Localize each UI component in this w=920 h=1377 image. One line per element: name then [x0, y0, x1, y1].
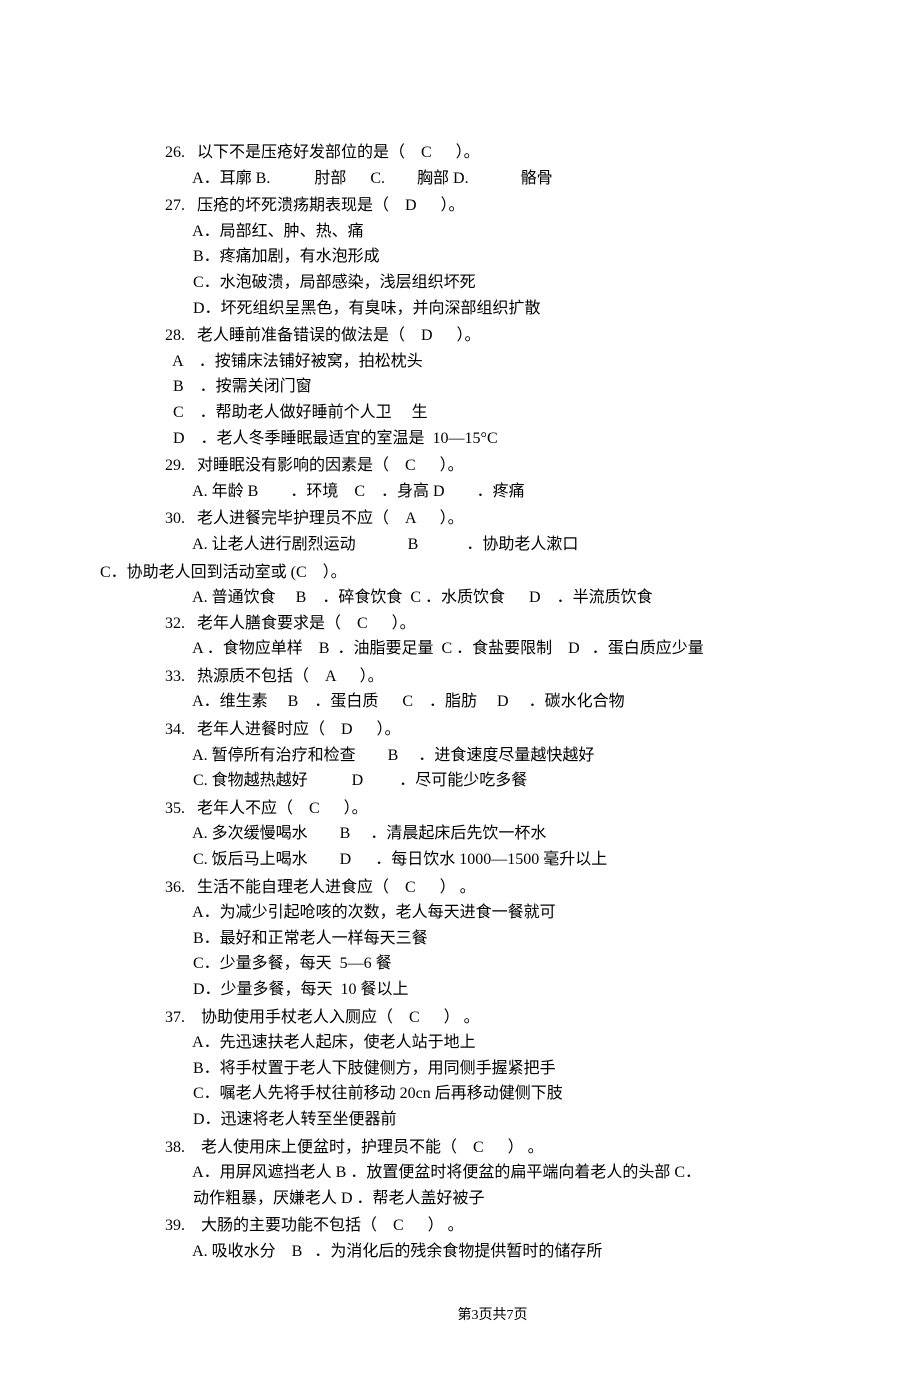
question-stem: 39. 大肠的主要功能不包括（ C ） 。: [165, 1213, 820, 1239]
option-line: A. 让老人进行剧烈运动 B ．协助老人漱口: [165, 532, 820, 558]
option-line: A. 吸收水分 B ．为消化后的残余食物提供暂时的储存所: [165, 1239, 820, 1265]
question-35: 35. 老年人不应（ C ）。 A. 多次缓慢喝水 B ．清晨起床后先饮一杯水 …: [165, 796, 820, 873]
option-line: A ．按铺床法铺好被窝，拍松枕头: [165, 349, 820, 375]
question-36: 36. 生活不能自理老人进食应（ C ） 。 A．为减少引起呛咳的次数，老人每天…: [165, 875, 820, 1003]
option-line: C．少量多餐，每天 5—6 餐: [165, 951, 820, 977]
question-33: 33. 热源质不包括（ A ）。 A．维生素 B ．蛋白质 C ．脂肪 D ．碳…: [165, 664, 820, 715]
option-line: B．最好和正常老人一样每天三餐: [165, 926, 820, 952]
footer-post: 页: [514, 1308, 528, 1323]
question-stem: 38. 老人使用床上便盆时，护理员不能（ C ） 。: [165, 1135, 820, 1161]
option-line: A．用屏风遮挡老人 B ．放置便盆时将便盆的扁平端向着老人的头部 C．: [165, 1160, 820, 1186]
question-stem: 37. 协助使用手杖老人入厕应（ C ） 。: [165, 1005, 820, 1031]
option-line: C．嘱老人先将手杖往前移动 20cn 后再移动健侧下肢: [165, 1081, 820, 1107]
option-line: B ．按需关闭门窗: [165, 374, 820, 400]
question-26: 26. 以下不是压疮好发部位的是（ C ）。 A．耳廓 B. 肘部 C. 胸部 …: [165, 140, 820, 191]
option-line: A．维生素 B ．蛋白质 C ．脂肪 D ．碳水化合物: [165, 689, 820, 715]
option-line: D．坏死组织呈黑色，有臭味，并向深部组织扩散: [165, 296, 820, 322]
option-line: A．为减少引起呛咳的次数，老人每天进食一餐就可: [165, 900, 820, 926]
question-39: 39. 大肠的主要功能不包括（ C ） 。 A. 吸收水分 B ．为消化后的残余…: [165, 1213, 820, 1264]
question-stem: 28. 老人睡前准备错误的做法是（ D ）。: [165, 323, 820, 349]
question-30: 30. 老人进餐完毕护理员不应（ A ）。 A. 让老人进行剧烈运动 B ．协助…: [165, 506, 820, 557]
merged-question-line: C．协助老人回到活动室或 (C ）。: [100, 560, 820, 586]
question-29: 29. 对睡眠没有影响的因素是（ C ）。 A. 年龄 B ．环境 C ．身高 …: [165, 453, 820, 504]
option-line: B．将手杖置于老人下肢健侧方，用同侧手握紧把手: [165, 1056, 820, 1082]
document-body: 26. 以下不是压疮好发部位的是（ C ）。 A．耳廓 B. 肘部 C. 胸部 …: [165, 140, 820, 1265]
question-38: 38. 老人使用床上便盆时，护理员不能（ C ） 。 A．用屏风遮挡老人 B ．…: [165, 1135, 820, 1212]
option-line: C. 饭后马上喝水 D ．每日饮水 1000—1500 毫升以上: [165, 847, 820, 873]
question-34: 34. 老年人进餐时应（ D ）。 A. 暂停所有治疗和检查 B ．进食速度尽量…: [165, 717, 820, 794]
footer-mid: 页共: [479, 1308, 507, 1323]
option-line: C．水泡破溃，局部感染，浅层组织坏死: [165, 270, 820, 296]
question-stem: 29. 对睡眠没有影响的因素是（ C ）。: [165, 453, 820, 479]
question-stem: 26. 以下不是压疮好发部位的是（ C ）。: [165, 140, 820, 166]
question-stem: 36. 生活不能自理老人进食应（ C ） 。: [165, 875, 820, 901]
option-line: B．疼痛加剧，有水泡形成: [165, 244, 820, 270]
option-line: A. 多次缓慢喝水 B ．清晨起床后先饮一杯水: [165, 821, 820, 847]
option-line: A. 年龄 B ．环境 C ．身高 D ．疼痛: [165, 479, 820, 505]
question-stem: 33. 热源质不包括（ A ）。: [165, 664, 820, 690]
option-line: A．局部红、肿、热、痛: [165, 219, 820, 245]
question-stem: 35. 老年人不应（ C ）。: [165, 796, 820, 822]
option-line: D．少量多餐，每天 10 餐以上: [165, 977, 820, 1003]
option-line: A．耳廓 B. 肘部 C. 胸部 D. 骼骨: [165, 166, 820, 192]
question-stem: 30. 老人进餐完毕护理员不应（ A ）。: [165, 506, 820, 532]
page-footer: 第3页共7页: [165, 1305, 820, 1327]
question-27: 27. 压疮的坏死溃疡期表现是（ D ）。 A．局部红、肿、热、痛 B．疼痛加剧…: [165, 193, 820, 321]
option-line: C ．帮助老人做好睡前个人卫 生: [165, 400, 820, 426]
option-line: A. 普通饮食 B ．碎食饮食 C ．水质饮食 D ．半流质饮食: [165, 585, 820, 611]
footer-total-pages: 7: [507, 1308, 514, 1323]
footer-pre: 第: [458, 1308, 472, 1323]
option-line: D．迅速将老人转至坐便器前: [165, 1107, 820, 1133]
question-28: 28. 老人睡前准备错误的做法是（ D ）。 A ．按铺床法铺好被窝，拍松枕头 …: [165, 323, 820, 451]
question-32: 32. 老年人膳食要求是（ C ）。 A ．食物应单样 B ．油脂要足量 C ．…: [165, 611, 820, 662]
option-line: C. 食物越热越好 D ．尽可能少吃多餐: [165, 768, 820, 794]
question-37: 37. 协助使用手杖老人入厕应（ C ） 。 A．先迅速扶老人起床，使老人站于地…: [165, 1005, 820, 1133]
question-stem: 32. 老年人膳食要求是（ C ）。: [165, 611, 820, 637]
option-line: 动作粗暴，厌嫌老人 D ．帮老人盖好被子: [165, 1186, 820, 1212]
footer-current-page: 3: [472, 1308, 479, 1323]
option-line: A. 暂停所有治疗和检查 B ．进食速度尽量越快越好: [165, 743, 820, 769]
question-stem: 27. 压疮的坏死溃疡期表现是（ D ）。: [165, 193, 820, 219]
option-line: A．先迅速扶老人起床，使老人站于地上: [165, 1030, 820, 1056]
question-stem: 34. 老年人进餐时应（ D ）。: [165, 717, 820, 743]
option-line: A ．食物应单样 B ．油脂要足量 C ．食盐要限制 D ．蛋白质应少量: [165, 636, 820, 662]
option-line: D ．老人冬季睡眠最适宜的室温是 10—15°C: [165, 426, 820, 452]
